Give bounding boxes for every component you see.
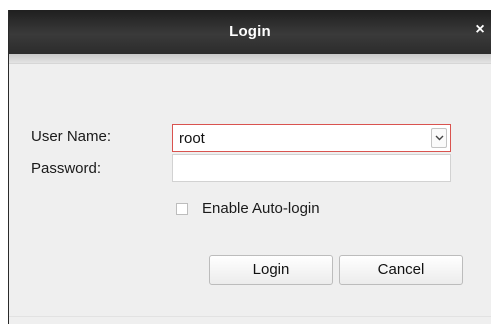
password-field[interactable] [172, 154, 451, 182]
username-value: root [179, 130, 205, 147]
divider [9, 316, 491, 317]
header-band [9, 54, 491, 64]
username-combobox[interactable]: root [172, 124, 451, 152]
login-dialog: Login × User Name: root Password: Enable… [8, 10, 491, 324]
chevron-down-icon [435, 135, 444, 141]
window-title: Login [229, 23, 271, 40]
title-bar: Login × [9, 10, 491, 54]
auto-login-label[interactable]: Enable Auto-login [202, 200, 320, 217]
password-label: Password: [31, 160, 102, 177]
username-label: User Name: [31, 128, 112, 145]
auto-login-checkbox[interactable] [176, 203, 188, 215]
cancel-button[interactable]: Cancel [339, 255, 463, 285]
username-dropdown-button[interactable] [431, 128, 447, 148]
login-button[interactable]: Login [209, 255, 333, 285]
close-icon[interactable]: × [472, 21, 488, 39]
